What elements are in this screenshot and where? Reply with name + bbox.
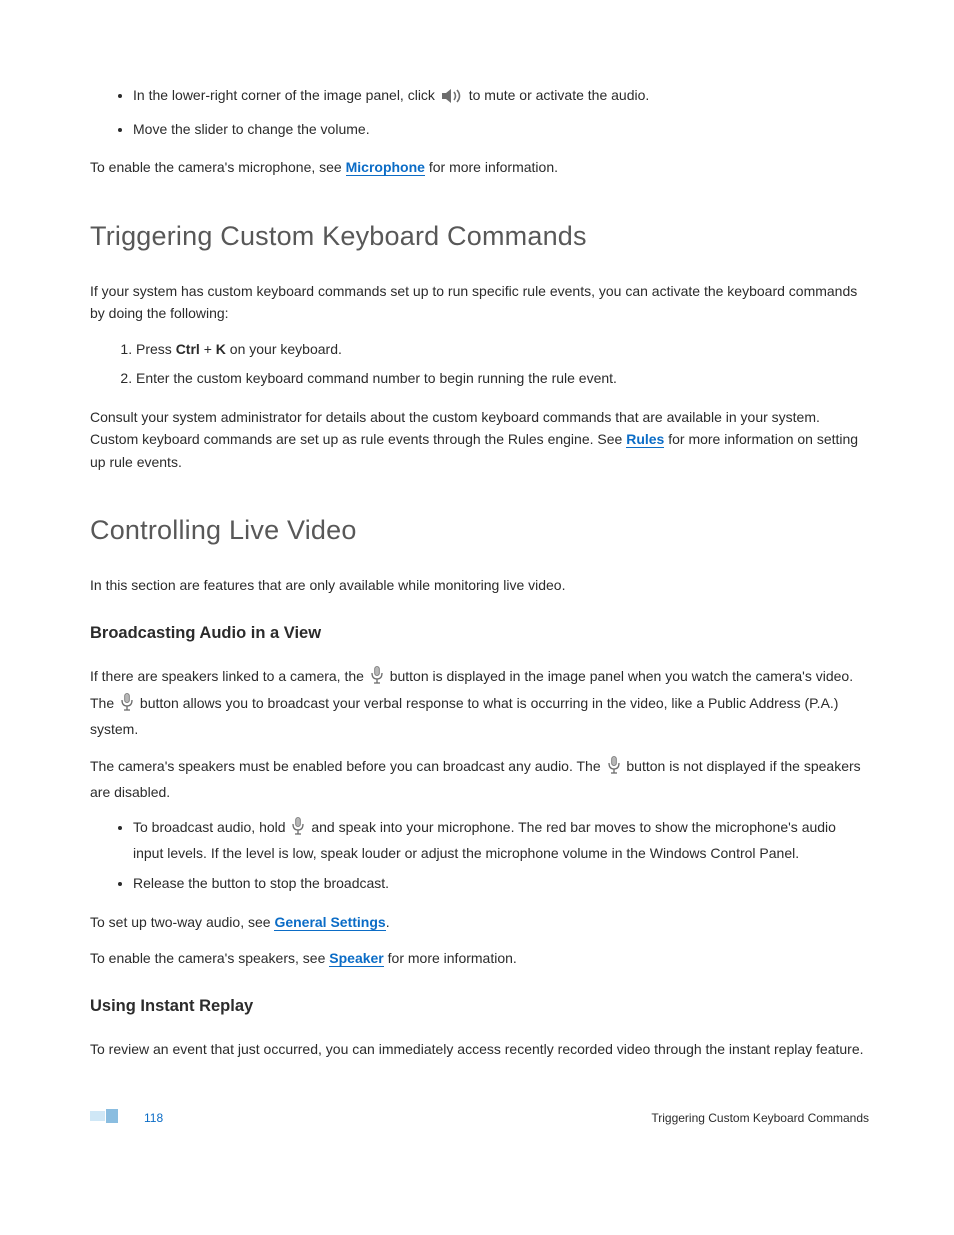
paragraph: To enable the camera's speakers, see Spe… xyxy=(90,947,869,969)
footer-breadcrumb: Triggering Custom Keyboard Commands xyxy=(651,1111,869,1125)
speaker-icon xyxy=(441,88,463,111)
microphone-link[interactable]: Microphone xyxy=(346,159,425,176)
microphone-icon xyxy=(291,817,305,843)
text: If there are speakers linked to a camera… xyxy=(90,668,368,684)
text: for more information. xyxy=(425,159,558,175)
text: Release the button to stop the broadcast… xyxy=(133,875,389,891)
document-page: In the lower-right corner of the image p… xyxy=(0,0,954,1180)
text: on your keyboard. xyxy=(226,341,342,357)
microphone-icon xyxy=(370,666,384,691)
text: Move the slider to change the volume. xyxy=(133,121,370,137)
subsection-replay: Using Instant Replay xyxy=(90,997,869,1016)
text: Enter the custom keyboard command number… xyxy=(136,370,617,386)
paragraph: To enable the camera's microphone, see M… xyxy=(90,156,869,178)
page-number: 118 xyxy=(144,1111,163,1125)
microphone-icon xyxy=(607,756,621,781)
text: The camera's speakers must be enabled be… xyxy=(90,758,605,774)
text: + xyxy=(200,341,216,357)
list-item: To broadcast audio, hold and speak into … xyxy=(133,817,869,864)
paragraph: To review an event that just occurred, y… xyxy=(90,1038,869,1060)
page-footer: 118 Triggering Custom Keyboard Commands xyxy=(90,1107,869,1128)
text: to mute or activate the audio. xyxy=(469,87,650,103)
rules-link[interactable]: Rules xyxy=(626,431,664,448)
broadcast-steps-list: To broadcast audio, hold and speak into … xyxy=(118,817,869,894)
section-heading-controlling: Controlling Live Video xyxy=(90,515,869,546)
trigger-steps-list: Press Ctrl + K on your keyboard. Enter t… xyxy=(114,339,869,390)
paragraph: Consult your system administrator for de… xyxy=(90,406,869,473)
paragraph: The camera's speakers must be enabled be… xyxy=(90,755,869,804)
text: To broadcast audio, hold xyxy=(133,819,289,835)
text: . xyxy=(386,914,390,930)
paragraph: In this section are features that are on… xyxy=(90,574,869,596)
text: button allows you to broadcast your verb… xyxy=(90,695,838,737)
footer-logo-icon xyxy=(90,1107,132,1128)
text: To set up two-way audio, see xyxy=(90,914,274,930)
footer-left: 118 xyxy=(90,1107,163,1128)
audio-controls-list: In the lower-right corner of the image p… xyxy=(118,85,869,140)
list-item: Enter the custom keyboard command number… xyxy=(136,368,869,390)
text: Press xyxy=(136,341,176,357)
paragraph: If there are speakers linked to a camera… xyxy=(90,665,869,740)
kbd-ctrl: Ctrl xyxy=(176,341,200,357)
subsection-broadcast: Broadcasting Audio in a View xyxy=(90,624,869,643)
list-item: Move the slider to change the volume. xyxy=(133,119,869,141)
text: To enable the camera's speakers, see xyxy=(90,950,329,966)
kbd-k: K xyxy=(216,341,226,357)
paragraph: To set up two-way audio, see General Set… xyxy=(90,911,869,933)
microphone-icon xyxy=(120,693,134,718)
list-item: In the lower-right corner of the image p… xyxy=(133,85,869,111)
list-item: Release the button to stop the broadcast… xyxy=(133,873,869,895)
list-item: Press Ctrl + K on your keyboard. xyxy=(136,339,869,361)
text: for more information. xyxy=(384,950,517,966)
section-heading-triggering: Triggering Custom Keyboard Commands xyxy=(90,221,869,252)
text: To enable the camera's microphone, see xyxy=(90,159,346,175)
text: In the lower-right corner of the image p… xyxy=(133,87,435,103)
paragraph: If your system has custom keyboard comma… xyxy=(90,280,869,325)
general-settings-link[interactable]: General Settings xyxy=(274,914,385,931)
speaker-link[interactable]: Speaker xyxy=(329,950,383,967)
